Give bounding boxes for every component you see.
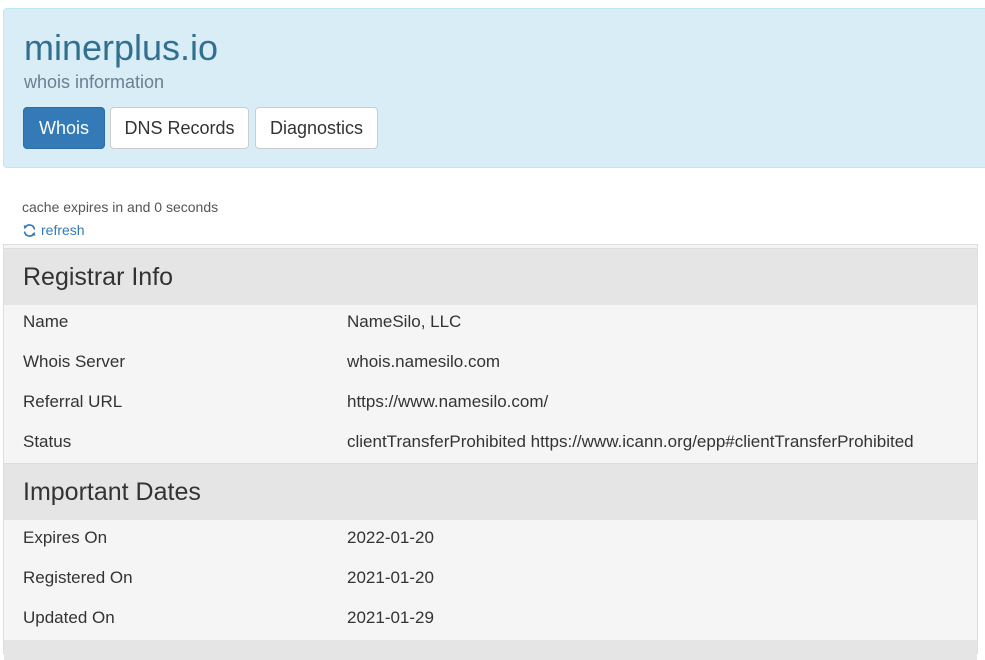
- row-key-name: Name: [23, 312, 69, 331]
- section-header-registrar: Registrar Info: [4, 248, 977, 305]
- row-value-registered-on: 2021-01-20: [347, 568, 434, 587]
- header-panel: minerplus.io whois information Whois DNS…: [3, 8, 985, 168]
- tab-whois[interactable]: Whois: [23, 107, 105, 149]
- refresh-label: refresh: [41, 222, 85, 238]
- page-subtitle: whois information: [24, 72, 165, 92]
- domain-title: minerplus.io: [24, 27, 219, 68]
- section-header-dates: Important Dates: [4, 463, 977, 520]
- refresh-link[interactable]: refresh: [22, 222, 85, 238]
- section-title-important-dates: Important Dates: [23, 478, 201, 506]
- table-row: Registered On 2021-01-20: [4, 559, 977, 599]
- table-row: Status clientTransferProhibited https://…: [4, 423, 977, 463]
- table-row: Whois Server whois.namesilo.com: [4, 343, 977, 383]
- next-section-header: [4, 640, 977, 660]
- whois-info-panel: Registrar Info Name NameSilo, LLC Whois …: [3, 244, 978, 660]
- row-key-referral-url: Referral URL: [23, 392, 123, 411]
- row-key-expires-on: Expires On: [23, 528, 108, 547]
- table-row: Referral URL https://www.namesilo.com/: [4, 383, 977, 423]
- tab-dns-records[interactable]: DNS Records: [110, 107, 249, 149]
- table-row: Name NameSilo, LLC: [4, 303, 977, 343]
- table-row: Updated On 2021-01-29: [4, 599, 977, 639]
- row-key-whois-server: Whois Server: [23, 352, 126, 371]
- row-value-name: NameSilo, LLC: [347, 312, 462, 331]
- row-value-updated-on: 2021-01-29: [347, 608, 434, 627]
- row-value-whois-server: whois.namesilo.com: [347, 352, 501, 371]
- row-value-status: clientTransferProhibited https://www.ica…: [347, 432, 914, 451]
- row-key-updated-on: Updated On: [23, 608, 115, 627]
- refresh-icon: [22, 223, 37, 238]
- row-value-referral-url: https://www.namesilo.com/: [347, 392, 549, 411]
- section-title-registrar-info: Registrar Info: [23, 263, 174, 291]
- tab-diagnostics[interactable]: Diagnostics: [255, 107, 378, 149]
- row-key-status: Status: [23, 432, 72, 451]
- table-row: Expires On 2022-01-20: [4, 519, 977, 559]
- cache-expiry-note: cache expires in and 0 seconds: [22, 199, 219, 215]
- row-value-expires-on: 2022-01-20: [347, 528, 434, 547]
- row-key-registered-on: Registered On: [23, 568, 133, 587]
